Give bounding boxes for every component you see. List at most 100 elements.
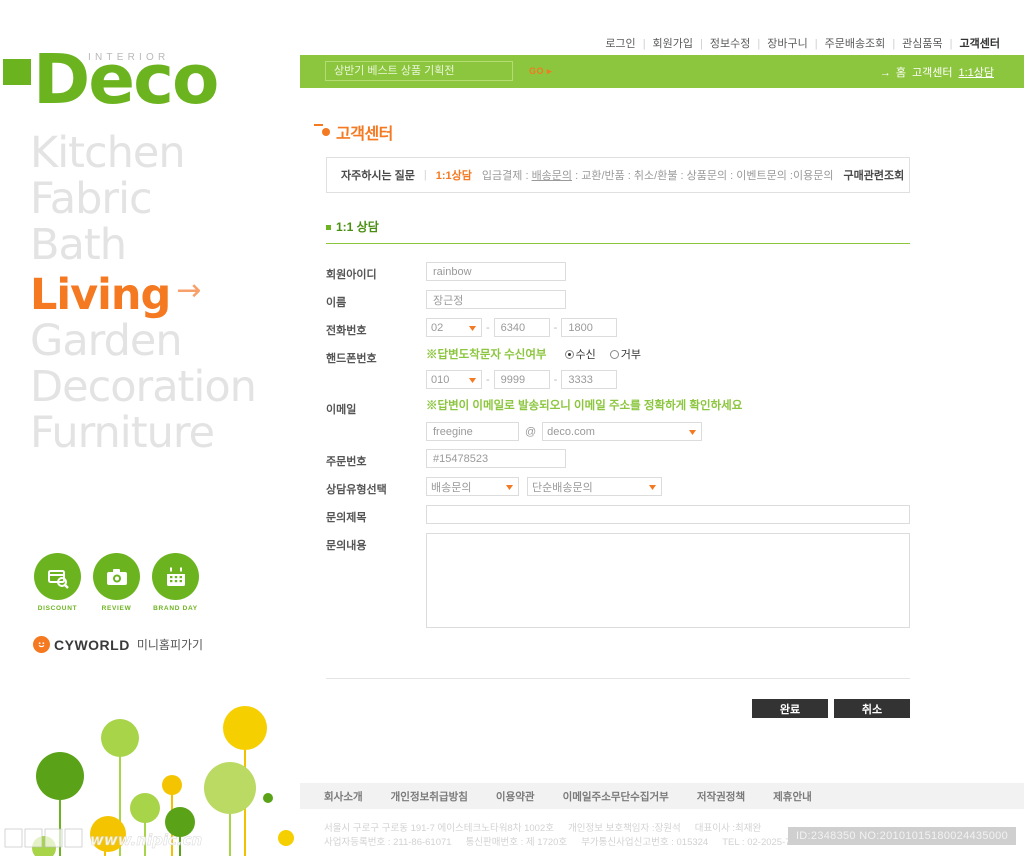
mobile-area-code-value: 010 — [431, 373, 450, 386]
nav-item-order-tracking[interactable]: 주문배송조회 — [825, 38, 886, 50]
email-domain-value: deco.com — [547, 425, 595, 438]
category-item-furniture[interactable]: Furniture — [30, 410, 300, 456]
nav-item-edit-info[interactable]: 정보수정 — [710, 38, 750, 50]
site-logo[interactable]: INTERIOR Deco — [0, 24, 300, 115]
tab-topic-list: 입금결제 : 배송문의 : 교환/반품 : 취소/환불 : 상품문의 : 이벤트… — [482, 167, 834, 183]
label-name: 이름 — [326, 297, 347, 309]
footer-link-copyright-policy[interactable]: 저작권정책 — [697, 789, 745, 804]
mobile-last-input[interactable] — [561, 370, 618, 389]
category-item-garden[interactable]: Garden — [30, 318, 300, 364]
phone-last-input[interactable] — [561, 318, 618, 337]
nav-item-join[interactable]: 회원가입 — [653, 38, 693, 50]
cyworld-smiley-icon — [33, 636, 50, 653]
customer-center-tabbar: 자주하시는 질문 | 1:1상담 입금결제 : 배송문의 : 교환/반품 : 취… — [326, 157, 910, 193]
cyworld-link[interactable]: CYWORLD 미니홈피가기 — [33, 636, 203, 653]
category-item-living[interactable]: Living → — [30, 268, 300, 318]
inquiry-form: 회원아이디 이름 전화번호 02 - - 핸드폰번호 ※답변도착문자 수신여부 — [326, 262, 910, 639]
cancel-button[interactable]: 취소 — [834, 699, 910, 718]
inquiry-type-secondary-select[interactable]: 단순배송문의 — [527, 477, 662, 496]
email-at-symbol: @ — [525, 425, 537, 438]
nav-item-login[interactable]: 로그인 — [605, 38, 635, 50]
nav-item-cart[interactable]: 장바구니 — [767, 38, 807, 50]
breadcrumb-section[interactable]: 고객센터 — [912, 67, 952, 79]
footer-mailorder-number: 통신판매번호 : 제 1720호 — [465, 837, 568, 848]
field-row-phone: 전화번호 02 - - — [326, 318, 910, 338]
name-input[interactable] — [426, 290, 566, 309]
category-item-decoration[interactable]: Decoration — [30, 364, 300, 410]
subject-input[interactable] — [426, 505, 910, 524]
tab-one-to-one[interactable]: 1:1상담 — [436, 167, 472, 183]
nav-item-wishlist[interactable]: 관심품목 — [902, 38, 942, 50]
phone-separator: - — [486, 321, 490, 334]
category-item-bath[interactable]: Bath — [30, 222, 300, 268]
chevron-down-icon — [649, 481, 656, 493]
category-item-fabric[interactable]: Fabric — [30, 176, 300, 222]
field-row-mobile: 핸드폰번호 ※답변도착문자 수신여부 수신 거부 010 - - — [326, 346, 910, 389]
footer-telecom-number: 부가통신사업신고번호 : 015324 — [581, 837, 709, 848]
phone-area-code-select[interactable]: 02 — [426, 318, 482, 337]
content-textarea[interactable] — [426, 533, 910, 628]
email-domain-select[interactable]: deco.com — [542, 422, 703, 441]
field-row-content: 문의내용 — [326, 533, 910, 631]
sms-radio-accept[interactable]: 수신 — [564, 346, 596, 362]
sms-radio-reject-label: 거부 — [620, 349, 641, 361]
breadcrumb-home[interactable]: 홈 — [896, 67, 906, 79]
search-go-button[interactable]: GO ▸ — [529, 66, 552, 77]
nav-item-customer-center[interactable]: 고객센터 — [960, 38, 1000, 50]
category-nav: Kitchen Fabric Bath Living → Garden Decor… — [30, 130, 300, 456]
submit-button[interactable]: 완료 — [752, 699, 828, 718]
category-label: Furniture — [30, 408, 215, 458]
quick-link-brand-day[interactable]: BRAND DAY — [152, 553, 199, 612]
camera-icon — [93, 553, 140, 600]
logo-wordmark: Deco — [33, 40, 219, 120]
id-badge: ID:2348350 NO:20101015180024435000 — [787, 827, 1016, 845]
quick-link-discount[interactable]: DISCOUNT — [34, 553, 81, 612]
mobile-separator: - — [553, 373, 558, 386]
footer-link-partnership[interactable]: 제휴안내 — [773, 789, 812, 804]
footer-link-terms[interactable]: 이용약관 — [496, 789, 535, 804]
square-bullet-icon — [326, 225, 331, 230]
cyworld-text: 미니홈피가기 — [136, 638, 204, 652]
mobile-mid-input[interactable] — [493, 370, 550, 389]
category-label: Decoration — [30, 362, 257, 412]
page-title-block: 고객센터 — [314, 120, 393, 144]
tab-separator: | — [423, 169, 427, 181]
phone-mid-input[interactable] — [493, 318, 550, 337]
email-local-input[interactable] — [426, 422, 519, 441]
watermark-text: www.nipic.cn — [90, 831, 202, 849]
footer-link-email-collection-refusal[interactable]: 이메일주소무단수집거부 — [563, 789, 669, 804]
quick-link-label: DISCOUNT — [37, 605, 78, 612]
tab-topic-delivery[interactable]: 배송문의 — [532, 170, 572, 182]
inquiry-type-primary-select[interactable]: 배송문의 — [426, 477, 519, 496]
order-no-input[interactable] — [426, 449, 566, 468]
sms-radio-reject[interactable]: 거부 — [609, 346, 641, 362]
calendar-icon — [152, 553, 199, 600]
page-title: 고객센터 — [336, 126, 393, 143]
logo-square-icon — [3, 59, 31, 85]
arrow-right-icon: → — [176, 273, 201, 308]
main-content: 로그인 | 회원가입 | 정보수정 | 장바구니 | 주문배송조회 | 관심품목 | 고객센터 GO ▸… — [300, 0, 1024, 856]
quick-link-review[interactable]: REVIEW — [93, 553, 140, 612]
mobile-area-code-select[interactable]: 010 — [426, 370, 482, 389]
search-input[interactable] — [325, 61, 513, 81]
bullet-dot-icon — [314, 124, 330, 136]
nav-separator: | — [892, 38, 896, 50]
footer-privacy-officer: 개인정보 보호책임자 :장원석 — [567, 823, 681, 834]
nav-separator: | — [642, 38, 646, 50]
quick-links: DISCOUNT REVIEW BRAND DAY — [34, 553, 199, 612]
nav-separator: | — [949, 38, 953, 50]
mobile-separator: - — [486, 373, 490, 386]
member-id-input[interactable] — [426, 262, 566, 281]
footer-link-about[interactable]: 회사소개 — [324, 789, 363, 804]
tab-faq[interactable]: 자주하시는 질문 — [341, 167, 415, 183]
breadcrumb-current: 1:1상담 — [958, 67, 994, 79]
form-actions: 완료 취소 — [752, 699, 910, 718]
nav-separator: | — [700, 38, 703, 50]
footer-link-privacy[interactable]: 개인정보취급방침 — [391, 789, 468, 804]
tab-purchase-lookup[interactable]: 구매관련조회 — [843, 167, 904, 183]
category-item-kitchen[interactable]: Kitchen — [30, 130, 300, 176]
phone-separator: - — [553, 321, 558, 334]
left-sidebar: INTERIOR Deco Kitchen Fabric Bath Living… — [0, 0, 300, 856]
field-row-inquiry-type: 상담유형선택 배송문의 단순배송문의 — [326, 477, 910, 497]
breadcrumb-arrow-icon: → — [879, 67, 891, 79]
